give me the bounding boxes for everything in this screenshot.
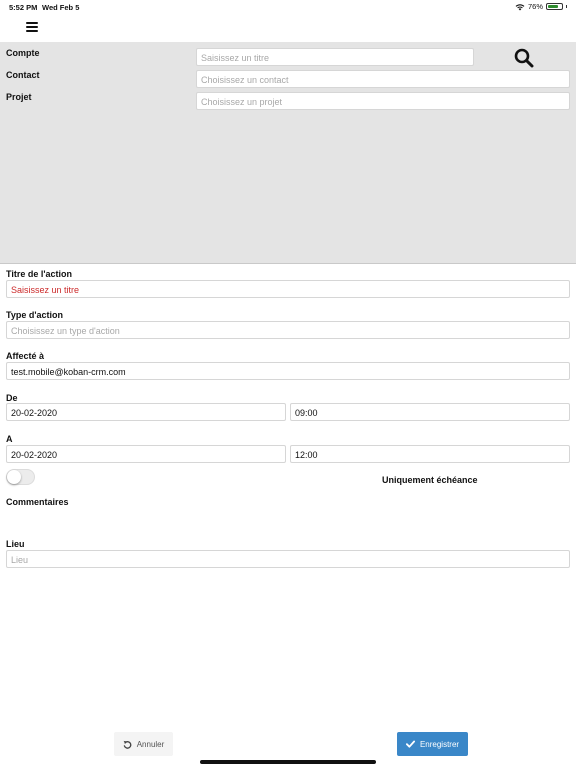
battery-icon — [546, 3, 563, 10]
lieu-label: Lieu — [6, 539, 25, 549]
save-label: Enregistrer — [419, 739, 460, 749]
uniquement-echeance-toggle[interactable] — [6, 469, 35, 485]
de-time-input[interactable]: 09:00 — [290, 403, 570, 421]
home-indicator[interactable] — [200, 760, 376, 764]
a-label: A — [6, 434, 13, 444]
search-panel: Compte Saisissez un titre Contact Choisi… — [0, 42, 576, 264]
save-button[interactable]: Enregistrer — [397, 732, 468, 756]
status-bar: 5:52 PM Wed Feb 5 76% — [0, 0, 576, 14]
status-date: Wed Feb 5 — [42, 3, 80, 12]
type-action-label: Type d'action — [6, 310, 63, 320]
a-time-input[interactable]: 12:00 — [290, 445, 570, 463]
projet-input[interactable]: Choisissez un projet — [196, 92, 570, 110]
search-icon[interactable] — [514, 48, 534, 68]
cancel-button[interactable]: Annuler — [114, 732, 173, 756]
affecte-label: Affecté à — [6, 351, 45, 361]
battery-percent: 76% — [527, 2, 543, 11]
contact-label: Contact — [6, 70, 40, 80]
status-time: 5:52 PM — [9, 3, 38, 12]
toggle-knob — [7, 470, 21, 484]
contact-input[interactable]: Choisissez un contact — [196, 70, 570, 88]
compte-label: Compte — [6, 48, 40, 58]
commentaires-label: Commentaires — [6, 497, 69, 507]
cancel-label: Annuler — [136, 739, 165, 749]
projet-label: Projet — [6, 92, 32, 102]
compte-input[interactable]: Saisissez un titre — [196, 48, 474, 66]
battery-cap — [566, 5, 567, 8]
check-icon — [405, 740, 415, 748]
de-date-input[interactable]: 20-02-2020 — [6, 403, 286, 421]
titre-label: Titre de l'action — [6, 269, 72, 279]
wifi-icon — [515, 3, 525, 10]
de-label: De — [6, 393, 18, 403]
status-right: 76% — [515, 2, 567, 11]
lieu-input[interactable]: Lieu — [6, 550, 570, 568]
affecte-input[interactable]: test.mobile@koban-crm.com — [6, 362, 570, 380]
hamburger-menu-icon[interactable] — [26, 22, 38, 32]
undo-icon — [123, 740, 132, 749]
type-action-input[interactable]: Choisissez un type d'action — [6, 321, 570, 339]
battery-level — [548, 5, 558, 8]
uniquement-echeance-label: Uniquement échéance — [382, 475, 478, 485]
nav-bar — [0, 14, 576, 43]
titre-input[interactable]: Saisissez un titre — [6, 280, 570, 298]
a-date-input[interactable]: 20-02-2020 — [6, 445, 286, 463]
